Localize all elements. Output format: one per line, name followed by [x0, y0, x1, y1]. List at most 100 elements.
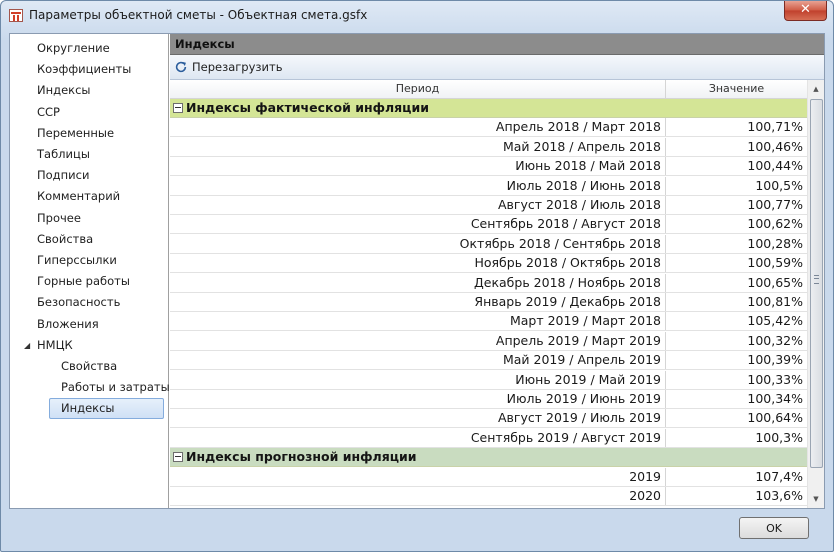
- value-cell[interactable]: 100,77%: [666, 197, 803, 212]
- table-row[interactable]: Июль 2018 / Июнь 2018 100,5%: [170, 176, 807, 196]
- vertical-scrollbar[interactable]: ▲ ▼: [807, 80, 824, 508]
- group-actual-inflation[interactable]: Индексы фактической инфляции: [170, 99, 807, 118]
- table-row[interactable]: Ноябрь 2018 / Октябрь 2018 100,59%: [170, 254, 807, 274]
- table-row[interactable]: Апрель 2019 / Март 2019 100,32%: [170, 331, 807, 351]
- sidebar-item[interactable]: Коэффициенты: [10, 59, 168, 80]
- sidebar-item[interactable]: Комментарий: [10, 186, 168, 207]
- sidebar-item-label: Индексы: [61, 401, 115, 416]
- value-cell[interactable]: 100,65%: [666, 275, 803, 290]
- sidebar-item[interactable]: ◢ НМЦК: [10, 335, 168, 356]
- table-row[interactable]: Январь 2019 / Декабрь 2018 100,81%: [170, 293, 807, 312]
- period-cell: 2019: [629, 468, 661, 484]
- sidebar-item[interactable]: Переменные: [10, 123, 168, 144]
- column-header-value[interactable]: Значение: [666, 80, 807, 98]
- value-cell[interactable]: 100,3%: [666, 430, 803, 445]
- expand-arrow-icon[interactable]: ◢: [24, 335, 30, 356]
- column-header-period[interactable]: Период: [170, 80, 666, 98]
- table-row[interactable]: Сентябрь 2018 / Август 2018 100,62%: [170, 215, 807, 235]
- scroll-down-icon[interactable]: ▼: [808, 490, 824, 508]
- close-button[interactable]: ✕: [784, 1, 827, 21]
- sidebar-item-label: Комментарий: [37, 189, 121, 204]
- value-cell[interactable]: 100,44%: [666, 158, 803, 173]
- value-cell[interactable]: 100,32%: [666, 333, 803, 348]
- period-cell: Декабрь 2018 / Ноябрь 2018: [474, 274, 661, 290]
- grid-header: Период Значение: [170, 80, 824, 99]
- sidebar-item[interactable]: Подписи: [10, 165, 168, 186]
- scroll-thumb[interactable]: [810, 99, 823, 468]
- indexes-panel: Индексы Перезагрузить Период Значение Ин…: [170, 34, 824, 508]
- sidebar-item-label: Гиперссылки: [37, 253, 117, 267]
- table-row[interactable]: Май 2019 / Апрель 2019 100,39%: [170, 351, 807, 371]
- toolbar: Перезагрузить: [170, 55, 824, 80]
- period-cell: Май 2018 / Апрель 2018: [502, 138, 661, 154]
- table-row[interactable]: Июнь 2018 / Май 2018 100,44%: [170, 157, 807, 177]
- sidebar-item-label: Округление: [37, 41, 110, 55]
- grip-icon: [814, 275, 819, 284]
- table-row[interactable]: Март 2019 / Март 2018 105,42%: [170, 312, 807, 332]
- table-row[interactable]: 2019 107,4%: [170, 467, 807, 487]
- sidebar-item-label: НМЦК: [37, 337, 73, 352]
- value-cell[interactable]: 107,4%: [666, 469, 803, 484]
- table-row[interactable]: 2020 103,6%: [170, 487, 807, 506]
- reload-button[interactable]: Перезагрузить: [174, 58, 282, 76]
- scroll-up-icon[interactable]: ▲: [808, 80, 824, 98]
- sidebar-item[interactable]: Округление: [10, 38, 168, 59]
- sidebar-item[interactable]: Работы и затраты: [10, 377, 170, 398]
- table-row[interactable]: Июнь 2019 / Май 2019 100,33%: [170, 370, 807, 390]
- table-row[interactable]: Май 2018 / Апрель 2018 100,46%: [170, 137, 807, 157]
- sidebar-item-label: Безопасность: [37, 295, 121, 310]
- title-bar[interactable]: Параметры объектной сметы - Объектная см…: [1, 1, 833, 31]
- sidebar-item[interactable]: Гиперссылки: [10, 250, 168, 271]
- table-row[interactable]: Июль 2019 / Июнь 2019 100,34%: [170, 390, 807, 409]
- period-cell: Апрель 2018 / Март 2018: [495, 119, 661, 135]
- sidebar-item[interactable]: Свойства: [10, 229, 168, 250]
- value-cell[interactable]: 100,81%: [666, 294, 803, 309]
- sidebar-item[interactable]: Горные работы: [10, 271, 168, 292]
- value-cell[interactable]: 100,59%: [666, 255, 803, 270]
- panel-header: Индексы: [170, 34, 824, 55]
- app-icon: [9, 9, 23, 22]
- value-cell[interactable]: 100,62%: [666, 216, 803, 231]
- value-cell[interactable]: 100,33%: [666, 372, 803, 387]
- value-cell[interactable]: 100,46%: [666, 139, 803, 154]
- value-cell[interactable]: 105,42%: [666, 313, 803, 328]
- sidebar-item[interactable]: Безопасность: [10, 292, 168, 313]
- period-cell: Июль 2019 / Июнь 2019: [506, 391, 661, 406]
- value-cell[interactable]: 100,64%: [666, 410, 803, 425]
- period-cell: Август 2018 / Июль 2018: [498, 197, 661, 212]
- table-row[interactable]: Октябрь 2018 / Сентябрь 2018 100,28%: [170, 234, 807, 254]
- collapse-toggle-icon[interactable]: [173, 103, 183, 113]
- value-cell[interactable]: 100,28%: [666, 236, 803, 251]
- sidebar-item[interactable]: ССР: [10, 102, 168, 123]
- ok-button[interactable]: OK: [739, 517, 809, 539]
- group-forecast-inflation[interactable]: Индексы прогнозной инфляции: [170, 448, 807, 468]
- table-row[interactable]: Сентябрь 2019 / Август 2019 100,3%: [170, 428, 807, 448]
- value-cell[interactable]: 100,39%: [666, 352, 803, 367]
- window-title: Параметры объектной сметы - Объектная см…: [29, 8, 368, 22]
- sidebar-item-label: Вложения: [37, 316, 99, 331]
- close-icon: ✕: [800, 2, 811, 17]
- collapse-toggle-icon[interactable]: [173, 452, 183, 463]
- value-cell[interactable]: 100,71%: [666, 119, 803, 134]
- sidebar-item[interactable]: Прочее: [10, 208, 168, 229]
- reload-label: Перезагрузить: [192, 60, 283, 74]
- sidebar-item[interactable]: Индексы: [10, 398, 168, 420]
- sidebar-item[interactable]: Вложения: [10, 314, 168, 335]
- period-cell: Апрель 2019 / Март 2019: [495, 332, 661, 348]
- table-row[interactable]: Апрель 2018 / Март 2018 100,71%: [170, 118, 807, 138]
- table-row[interactable]: Декабрь 2018 / Ноябрь 2018 100,65%: [170, 273, 807, 293]
- table-row[interactable]: Август 2019 / Июль 2019 100,64%: [170, 409, 807, 429]
- period-cell: Июнь 2018 / Май 2018: [515, 158, 661, 174]
- dialog-client: Округление Коэффициенты Индексы ССР Переменн…: [9, 33, 825, 509]
- sidebar-item[interactable]: Таблицы: [10, 144, 168, 165]
- sidebar-item-label: ССР: [37, 104, 60, 119]
- period-cell: Июль 2018 / Июнь 2018: [506, 177, 661, 193]
- value-cell[interactable]: 103,6%: [666, 488, 803, 503]
- value-cell[interactable]: 100,5%: [666, 178, 803, 193]
- sidebar-item-label: Подписи: [37, 168, 90, 183]
- value-cell[interactable]: 100,34%: [666, 391, 803, 406]
- period-cell: Октябрь 2018 / Сентябрь 2018: [459, 235, 661, 251]
- sidebar-item[interactable]: Индексы: [10, 80, 168, 101]
- sidebar-item[interactable]: Свойства: [10, 356, 168, 377]
- table-row[interactable]: Август 2018 / Июль 2018 100,77%: [170, 196, 807, 215]
